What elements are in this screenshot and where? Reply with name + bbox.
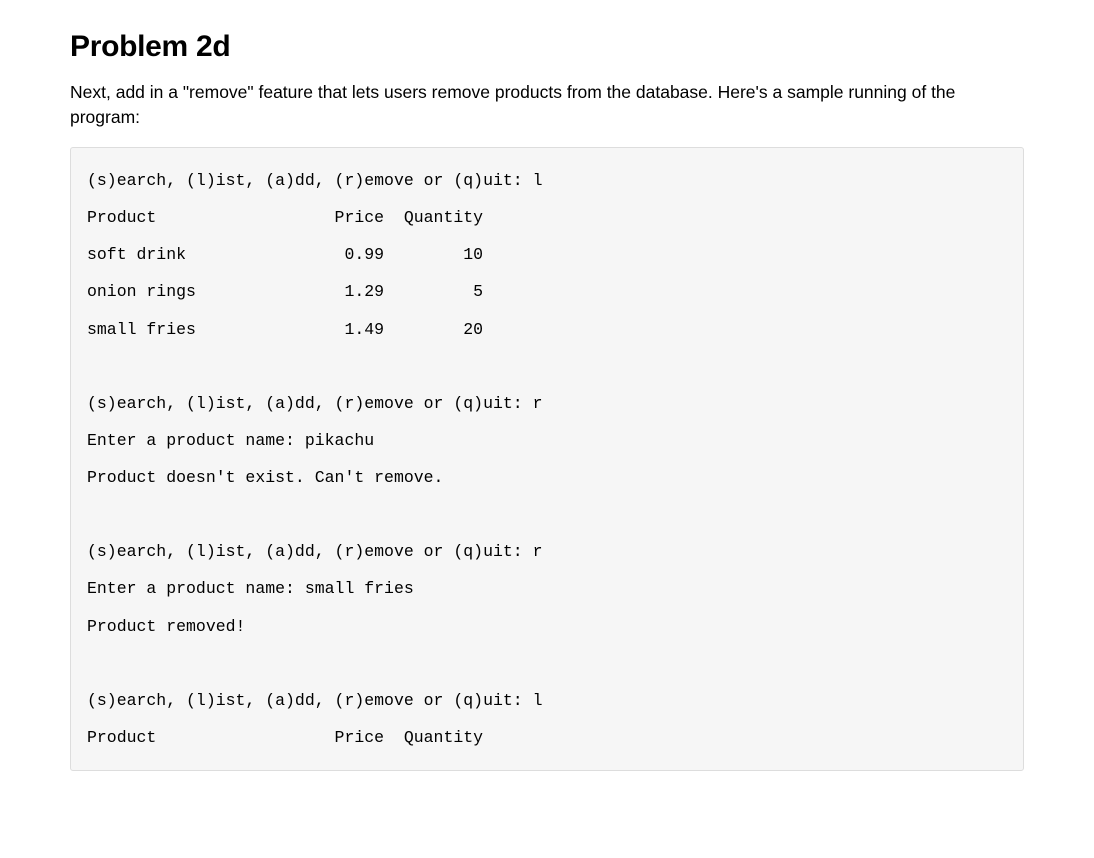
- code-output-block: (s)earch, (l)ist, (a)dd, (r)emove or (q)…: [70, 147, 1024, 771]
- problem-description: Next, add in a "remove" feature that let…: [70, 80, 1024, 129]
- problem-heading: Problem 2d: [70, 30, 1024, 64]
